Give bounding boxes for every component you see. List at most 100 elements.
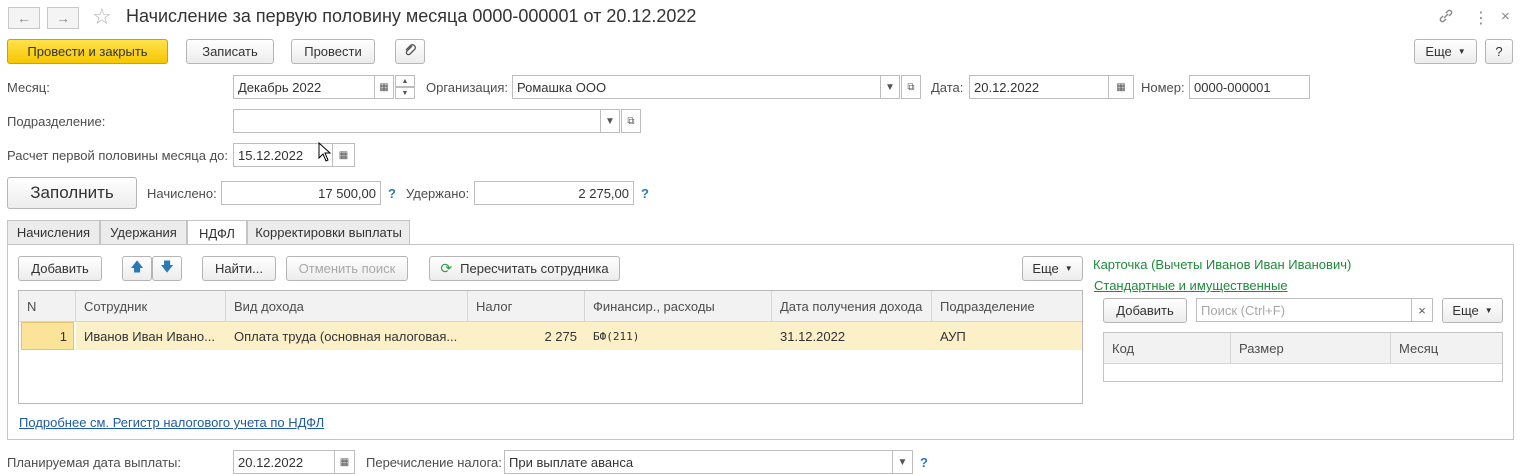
link-icon[interactable]	[1438, 8, 1454, 27]
ndfl-table[interactable]: N Сотрудник Вид дохода Налог Финансир., …	[18, 290, 1083, 404]
card-title: Карточка (Вычеты Иванов Иван Иванович)	[1093, 257, 1352, 272]
column-header-month[interactable]: Месяц	[1391, 333, 1502, 364]
org-dropdown-button[interactable]: ▼	[880, 75, 900, 99]
attach-button[interactable]	[395, 39, 425, 64]
column-header-size[interactable]: Размер	[1231, 333, 1391, 364]
column-header-employee[interactable]: Сотрудник	[76, 291, 226, 322]
calendar-button[interactable]: ▦	[374, 75, 394, 99]
clear-search-button[interactable]: ×	[1411, 298, 1433, 322]
withheld-help-icon[interactable]: ?	[641, 186, 649, 201]
close-icon: ×	[1418, 302, 1426, 318]
move-down-button[interactable]: 🡇	[152, 256, 182, 281]
cell-division[interactable]: АУП	[932, 322, 1082, 350]
month-label: Месяц:	[7, 80, 50, 95]
cell-n[interactable]: 1	[21, 322, 74, 350]
post-button[interactable]: Провести	[291, 39, 375, 64]
cell-financing[interactable]: БФ(211)	[585, 322, 772, 350]
cell-income-date[interactable]: 31.12.2022	[772, 322, 932, 350]
back-button[interactable]: ←	[8, 7, 40, 29]
column-header-tax[interactable]: Налог	[468, 291, 585, 322]
cell-tax[interactable]: 2 275	[468, 322, 585, 350]
plan-date-field[interactable]: 20.12.2022	[233, 450, 335, 474]
accrued-field[interactable]: 17 500,00	[221, 181, 381, 205]
withheld-field[interactable]: 2 275,00	[474, 181, 634, 205]
date-calendar-button[interactable]: ▦	[1108, 75, 1134, 99]
vertical-dots-icon[interactable]: ⋮	[1473, 8, 1489, 28]
page-title: Начисление за первую половину месяца 000…	[126, 6, 697, 26]
tax-transfer-dropdown-button[interactable]: ▼	[892, 450, 913, 474]
chevron-down-icon: ▼	[401, 89, 409, 97]
open-icon: ⧉	[627, 115, 635, 127]
close-icon[interactable]: ×	[1501, 8, 1510, 25]
org-open-button[interactable]: ⧉	[901, 75, 921, 99]
organization-field[interactable]: Ромашка ООО	[512, 75, 881, 99]
cancel-search-button[interactable]: Отменить поиск	[286, 256, 408, 281]
tab-ndfl[interactable]: НДФЛ	[187, 220, 247, 245]
card-more-button[interactable]: Еще ▼	[1442, 298, 1503, 323]
forward-button[interactable]: →	[47, 7, 79, 29]
grid-more-button[interactable]: Еще ▼	[1022, 256, 1083, 281]
month-down-button[interactable]: ▼	[395, 87, 415, 99]
plan-date-calendar-button[interactable]: ▦	[334, 450, 355, 474]
column-header-income-type[interactable]: Вид дохода	[226, 291, 468, 322]
month-up-button[interactable]: ▲	[395, 75, 415, 87]
tab-accruals[interactable]: Начисления	[7, 220, 100, 244]
calendar-icon: ▦	[338, 149, 349, 161]
division-open-button[interactable]: ⧉	[621, 109, 641, 133]
arrow-right-icon: →	[56, 10, 70, 26]
division-dropdown-button[interactable]: ▼	[600, 109, 620, 133]
arrow-up-icon: 🡅	[130, 258, 144, 274]
dropdown-arrow-icon: ▼	[1064, 264, 1073, 273]
division-label: Подразделение:	[7, 114, 106, 129]
mouse-cursor-icon	[318, 141, 332, 165]
card-add-button[interactable]: Добавить	[1103, 298, 1187, 323]
save-button[interactable]: Записать	[186, 39, 274, 64]
star-icon[interactable]: ☆	[92, 4, 112, 30]
column-header-code[interactable]: Код	[1104, 333, 1231, 364]
find-button[interactable]: Найти...	[202, 256, 276, 281]
arrow-down-icon: 🡇	[160, 258, 174, 274]
tab-payment-corrections[interactable]: Корректировки выплаты	[247, 220, 410, 244]
ndfl-register-link[interactable]: Подробнее см. Регистр налогового учета п…	[19, 415, 324, 430]
dropdown-arrow-icon: ▼	[1457, 47, 1466, 56]
withheld-label: Удержано:	[406, 186, 470, 201]
month-field[interactable]: Декабрь 2022	[233, 75, 375, 99]
open-icon: ⧉	[907, 81, 915, 93]
date-field[interactable]: 20.12.2022	[969, 75, 1109, 99]
date-label: Дата:	[931, 80, 964, 95]
calendar-icon: ▦	[339, 456, 350, 468]
number-field[interactable]: 0000-000001	[1189, 75, 1310, 99]
fill-button[interactable]: Заполнить	[7, 177, 137, 209]
calc-calendar-button[interactable]: ▦	[332, 143, 355, 167]
division-field[interactable]	[233, 109, 601, 133]
column-header-financing[interactable]: Финансир., расходы	[585, 291, 772, 322]
number-label: Номер:	[1141, 80, 1185, 95]
tax-transfer-help-icon[interactable]: ?	[920, 455, 928, 470]
post-and-close-button[interactable]: Провести и закрыть	[7, 39, 168, 64]
deductions-table[interactable]: Код Размер Месяц	[1103, 332, 1503, 382]
tab-withholdings[interactable]: Удержания	[100, 220, 187, 244]
chevron-up-icon: ▲	[401, 77, 409, 85]
tax-transfer-field[interactable]: При выплате аванса	[504, 450, 893, 474]
org-label: Организация:	[426, 80, 509, 95]
dropdown-arrow-icon: ▼	[605, 115, 615, 127]
arrow-left-icon: ←	[17, 10, 31, 26]
accrued-help-icon[interactable]: ?	[388, 186, 396, 201]
paperclip-icon	[403, 43, 417, 60]
plan-date-label: Планируемая дата выплаты:	[7, 455, 181, 470]
recalc-employee-button[interactable]: ⟳ Пересчитать сотрудника	[429, 256, 620, 281]
column-header-income-date[interactable]: Дата получения дохода	[772, 291, 932, 322]
card-search-input[interactable]: Поиск (Ctrl+F)	[1196, 298, 1412, 322]
help-button[interactable]: ?	[1485, 39, 1513, 64]
more-button[interactable]: Еще ▼	[1414, 39, 1477, 64]
move-up-button[interactable]: 🡅	[122, 256, 152, 281]
dropdown-arrow-icon: ▼	[1484, 306, 1493, 315]
cell-employee[interactable]: Иванов Иван Ивано...	[76, 322, 226, 350]
calc-label: Расчет первой половины месяца до:	[7, 148, 228, 163]
add-row-button[interactable]: Добавить	[18, 256, 102, 281]
column-header-n[interactable]: N	[19, 291, 76, 322]
accrued-label: Начислено:	[147, 186, 217, 201]
column-header-division[interactable]: Подразделение	[932, 291, 1082, 322]
cell-income-type[interactable]: Оплата труда (основная налоговая...	[226, 322, 468, 350]
standard-deductions-link[interactable]: Стандартные и имущественные	[1094, 278, 1288, 293]
